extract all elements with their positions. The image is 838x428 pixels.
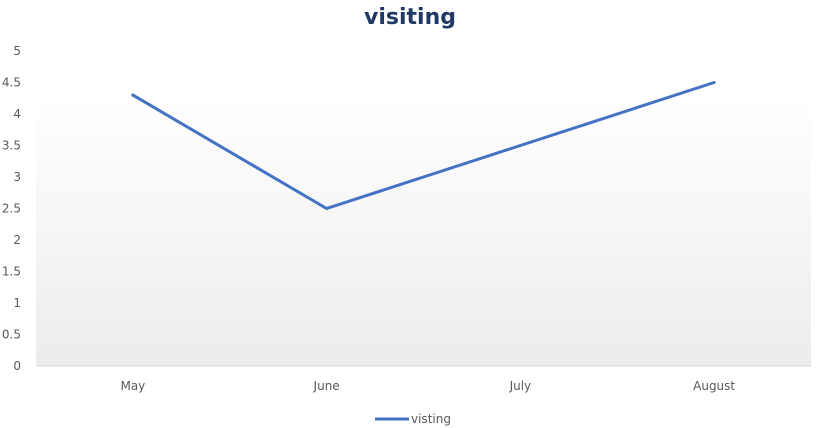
y-tick-label: 2.5 <box>2 202 21 216</box>
y-tick-label: 5 <box>13 44 21 58</box>
y-tick-label: 1 <box>13 296 21 310</box>
y-tick-label: 1.5 <box>2 265 21 279</box>
y-axis: 0 0.5 1 1.5 2 2.5 3 3.5 4 4.5 5 <box>2 44 21 373</box>
x-tick-label: May <box>120 379 145 393</box>
data-point <box>131 93 135 97</box>
x-axis: May June July August <box>120 379 735 393</box>
data-point <box>325 207 329 210</box>
data-point <box>518 144 522 147</box>
legend: visting <box>375 412 451 426</box>
line-chart: visiting 0 0.5 1 1.5 2 2.5 3 3.5 4 4.5 5 May June Ju… <box>2 5 811 426</box>
y-tick-label: 3.5 <box>2 139 21 153</box>
plot-area <box>36 98 811 366</box>
data-point <box>712 81 716 84</box>
y-tick-label: 4 <box>13 107 21 121</box>
x-tick-label: July <box>509 379 532 393</box>
y-tick-label: 0.5 <box>2 328 21 342</box>
y-tick-label: 3 <box>13 170 21 184</box>
y-tick-label: 2 <box>13 233 21 247</box>
y-tick-label: 0 <box>13 359 21 373</box>
chart-title: visiting <box>364 5 456 30</box>
y-tick-label: 4.5 <box>2 76 21 90</box>
legend-label-visting: visting <box>411 412 451 426</box>
x-tick-label: June <box>313 379 340 393</box>
x-tick-label: August <box>693 379 735 393</box>
